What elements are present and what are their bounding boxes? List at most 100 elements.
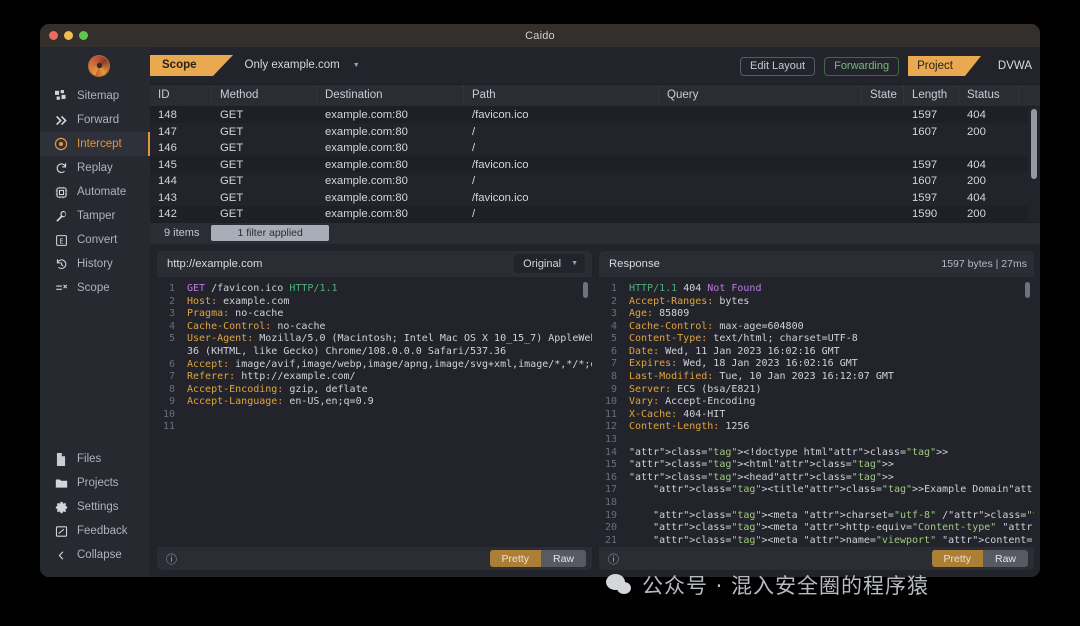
scope-filter-dropdown[interactable]: Only example.com ▼	[245, 59, 360, 71]
line-number: 18	[604, 497, 617, 509]
table-row[interactable]: 148 GET example.com:80/favicon.ico 1597 404	[150, 106, 1040, 124]
tab-scope-label: Scope	[162, 59, 197, 72]
column-header-status[interactable]: Status	[959, 84, 1019, 106]
line-text: X-Cache: 404-HIT	[629, 408, 726, 420]
cell-path: /	[472, 175, 476, 188]
cell-path: /	[472, 142, 476, 155]
cell-method: GET	[220, 191, 244, 204]
cell-status: 200	[967, 208, 986, 221]
request-url[interactable]: http://example.com	[167, 258, 262, 270]
editor-split: http://example.com Original ▼ 1 GET /favi…	[150, 244, 1040, 577]
table-row[interactable]: 143 GET example.com:80/favicon.ico 1597 404	[150, 189, 1040, 206]
sidebar-item-collapse[interactable]: Collapse	[40, 543, 150, 567]
sidebar-item-history[interactable]: History	[40, 252, 150, 276]
forward-icon	[54, 113, 68, 127]
sidebar-item-projects[interactable]: Projects	[40, 471, 150, 495]
cell-status: 200	[967, 175, 986, 188]
edit-layout-button[interactable]: Edit Layout	[740, 56, 816, 76]
request-code-view[interactable]: 1 GET /favicon.ico HTTP/1.1 2 Host: example…	[157, 276, 592, 547]
line-number: 10	[604, 396, 617, 408]
line-text: HTTP/1.1 404 Not Found	[629, 282, 762, 294]
response-scrollbar-thumb[interactable]	[1025, 281, 1030, 298]
wrench-icon	[54, 209, 68, 223]
sidebar-item-label: Convert	[77, 234, 118, 246]
code-line: 15 "attr">class="tag"><html"attr">class="…	[599, 459, 1034, 472]
table-row[interactable]: 144 GET example.com:80 / 1607 200	[150, 173, 1040, 190]
line-number: 11	[604, 408, 617, 420]
cell-status: 200	[967, 125, 986, 138]
response-pretty-button[interactable]: Pretty	[931, 550, 983, 568]
code-line: 3 Age: 85809	[599, 308, 1034, 321]
column-header-state[interactable]: State	[862, 84, 904, 106]
replay-icon	[54, 161, 68, 175]
sidebar-item-automate[interactable]: Automate	[40, 180, 150, 204]
request-raw-button[interactable]: Raw	[540, 550, 586, 567]
sidebar-item-intercept[interactable]: Intercept	[40, 132, 150, 156]
file-icon	[54, 452, 68, 466]
line-text: Accept-Encoding: gzip, deflate	[187, 383, 368, 395]
request-pretty-button[interactable]: Pretty	[489, 550, 541, 567]
response-code-view[interactable]: 1 HTTP/1.1 404 Not Found 2 Accept-Ranges: b…	[599, 276, 1034, 548]
cell-method: GET	[220, 175, 244, 188]
tab-scope[interactable]: Scope	[150, 54, 232, 76]
column-header-destination[interactable]: Destination	[317, 84, 464, 106]
filter-chip[interactable]: 1 filter applied	[211, 225, 329, 242]
line-number: 20	[604, 522, 617, 534]
cell-method: GET	[220, 142, 244, 155]
request-view-mode-dropdown[interactable]: Original ▼	[514, 254, 585, 274]
column-header-length[interactable]: Length	[904, 84, 959, 106]
code-line: 11 X-Cache: 404-HIT	[599, 409, 1034, 422]
table-body[interactable]: 148 GET example.com:80/favicon.ico 1597 404 1…	[150, 106, 1040, 222]
table-scrollbar-track[interactable]	[1028, 106, 1040, 222]
help-circle-icon[interactable]: ⓘ	[166, 551, 177, 567]
watermark: 公众号 · 混入安全圈的程序猿	[606, 570, 929, 600]
table-scrollbar-thumb[interactable]	[1031, 108, 1037, 179]
maximize-icon[interactable]	[79, 31, 88, 40]
close-icon[interactable]	[49, 31, 58, 40]
table-row[interactable]: 145 GET example.com:80/favicon.ico 1597 404	[150, 156, 1040, 173]
project-name[interactable]: DVWA	[998, 60, 1032, 72]
cell-id: 147	[158, 125, 177, 138]
code-line: 36 (KHTML, like Gecko) Chrome/108.0.0.0 …	[157, 346, 592, 359]
sidebar-item-feedback[interactable]: Feedback	[40, 519, 150, 543]
help-circle-icon[interactable]: ⓘ	[608, 551, 619, 567]
line-text: Server: ECS (bsa/E821)	[629, 383, 762, 395]
caido-logo-icon[interactable]	[88, 54, 110, 77]
sidebar-item-settings[interactable]: Settings	[40, 495, 150, 519]
request-panel-footer: ⓘ Pretty Raw	[157, 547, 592, 570]
convert-icon: E	[54, 233, 68, 247]
forwarding-button[interactable]: Forwarding	[824, 56, 900, 76]
intercept-icon	[54, 137, 68, 151]
sidebar-item-tamper[interactable]: Tamper	[40, 204, 150, 228]
sidebar-item-forward[interactable]: Forward	[40, 108, 150, 132]
line-number: 3	[168, 308, 175, 320]
sidebar-item-scope[interactable]: Scope	[40, 276, 150, 300]
tab-project[interactable]: Project	[908, 56, 981, 76]
line-number: 1	[610, 282, 617, 294]
sidebar-item-replay[interactable]: Replay	[40, 156, 150, 180]
table-row[interactable]: 147 GET example.com:80 / 1607 200	[150, 123, 1040, 140]
sidebar-item-files[interactable]: Files	[40, 447, 150, 471]
column-header-method[interactable]: Method	[212, 84, 317, 106]
minimize-icon[interactable]	[64, 31, 73, 40]
line-text: Date: Wed, 11 Jan 2023 16:02:16 GMT	[629, 345, 840, 357]
sidebar-nav-primary: Sitemap Forward Intercept Replay Automate Tam…	[40, 84, 150, 300]
table-row[interactable]: 146 GET example.com:80 /	[150, 140, 1040, 157]
table-row[interactable]: 142 GET example.com:80 / 1590 200	[150, 205, 1040, 222]
request-scrollbar-thumb[interactable]	[583, 281, 588, 298]
code-line: 5 User-Agent: Mozilla/5.0 (Macintosh; Int…	[157, 333, 592, 346]
response-raw-button[interactable]: Raw	[982, 550, 1028, 568]
line-text: Accept: image/avif,image/webp,image/apng…	[187, 358, 592, 370]
column-header-id[interactable]: ID	[150, 84, 212, 106]
sidebar-item-label: Intercept	[77, 138, 122, 150]
feedback-icon	[54, 524, 68, 538]
sidebar-item-convert[interactable]: E Convert	[40, 228, 150, 252]
column-header-path[interactable]: Path	[464, 84, 659, 106]
request-format-toggle: Pretty Raw	[489, 550, 586, 567]
column-header-query[interactable]: Query	[659, 84, 862, 106]
sidebar-item-sitemap[interactable]: Sitemap	[40, 84, 150, 108]
line-number: 2	[168, 295, 175, 307]
sitemap-icon	[54, 89, 68, 103]
code-line: 2 Accept-Ranges: bytes	[599, 296, 1034, 309]
line-number: 14	[604, 446, 617, 458]
